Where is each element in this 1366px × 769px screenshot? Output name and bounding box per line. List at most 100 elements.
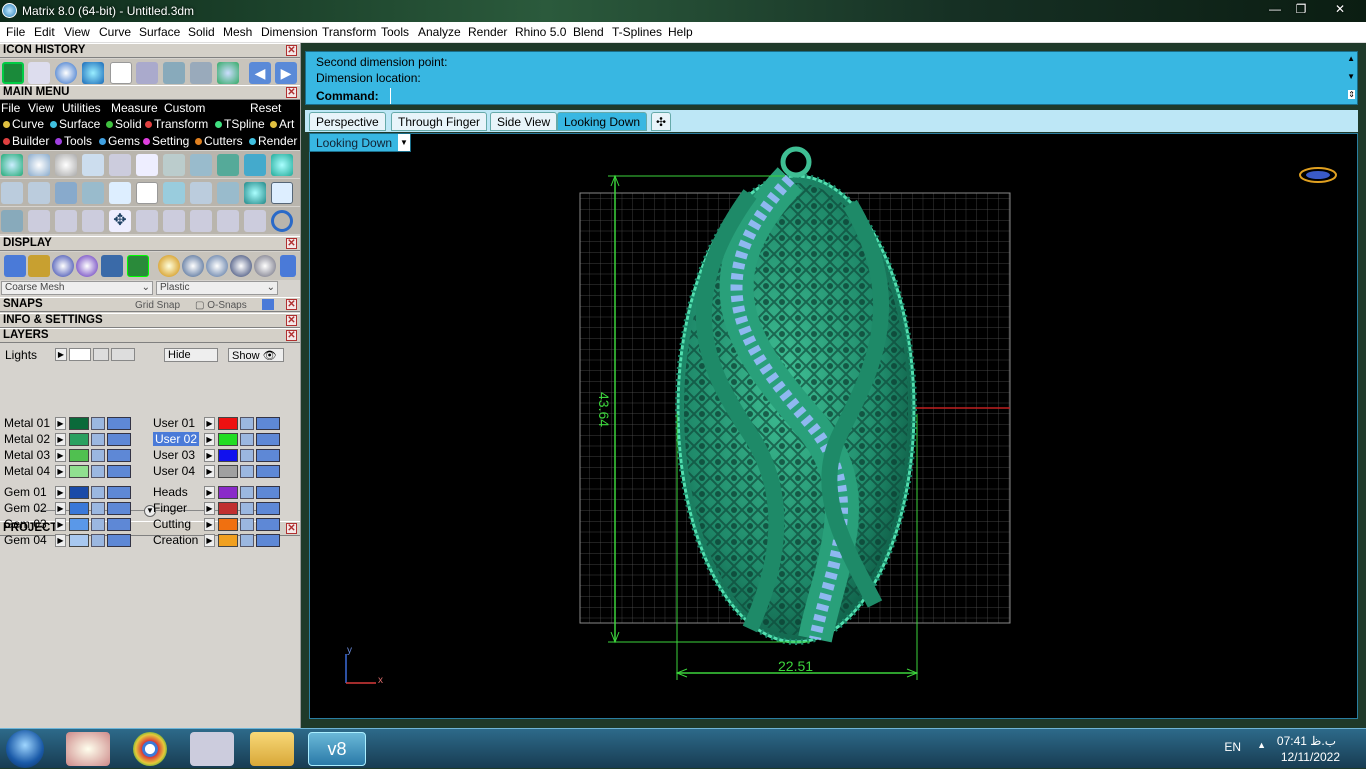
category-render[interactable]: Render <box>249 134 297 148</box>
dark-material-icon[interactable] <box>230 255 252 277</box>
paint-icon[interactable] <box>66 732 110 766</box>
layer-row[interactable]: Metal 04 ▶ <box>4 464 144 479</box>
expand-icon[interactable]: ▶ <box>55 486 66 499</box>
lock-icon[interactable] <box>91 486 105 499</box>
metal-material-icon[interactable] <box>182 255 204 277</box>
layer-row[interactable]: Gem 04 ▶ <box>4 533 144 548</box>
split-icon[interactable] <box>217 210 239 232</box>
layer-row[interactable]: Metal 01 ▶ <box>4 416 144 431</box>
menu-rhino[interactable]: Rhino 5.0 <box>515 25 566 39</box>
menu-surface[interactable]: Surface <box>139 25 180 39</box>
main-menu-file[interactable]: File <box>1 101 20 115</box>
menu-dimension[interactable]: Dimension <box>261 25 318 39</box>
gold-material-icon[interactable] <box>158 255 180 277</box>
expand-icon[interactable]: ▶ <box>204 449 215 462</box>
glass-material-icon[interactable] <box>254 255 276 277</box>
start-button[interactable] <box>6 730 44 768</box>
tab-through-finger[interactable]: Through Finger <box>391 112 488 131</box>
add-tab-button[interactable]: ✣ <box>651 112 672 131</box>
grid-snap-toggle[interactable]: Grid Snap <box>135 299 180 312</box>
menu-tools[interactable]: Tools <box>381 25 409 39</box>
layer-color-swatch[interactable] <box>218 486 238 499</box>
close-icon[interactable]: ✕ <box>286 330 297 341</box>
main-menu-custom[interactable]: Custom <box>164 101 205 115</box>
close-icon[interactable]: ✕ <box>286 238 297 249</box>
lock-icon[interactable] <box>91 433 105 446</box>
visibility-icon[interactable] <box>256 449 280 462</box>
lock-icon[interactable] <box>93 348 109 361</box>
save-icon[interactable] <box>271 182 293 204</box>
category-builder[interactable]: Builder <box>3 134 49 148</box>
show-button[interactable]: Show 👁 <box>228 348 284 362</box>
lock-icon[interactable] <box>240 417 254 430</box>
menu-tsplines[interactable]: T-Splines <box>612 25 662 39</box>
menu-solid[interactable]: Solid <box>188 25 215 39</box>
head-icon[interactable] <box>82 182 104 204</box>
calculator-icon[interactable] <box>190 732 234 766</box>
maximize-button[interactable]: ❐ <box>1288 0 1314 18</box>
tab-side-view[interactable]: Side View <box>490 112 558 131</box>
snap-indicator[interactable] <box>262 299 274 310</box>
lock-icon[interactable] <box>91 465 105 478</box>
expand-icon[interactable]: ▶ <box>55 465 66 478</box>
v8-tool-icon[interactable] <box>1 154 23 176</box>
ghost-sphere-icon[interactable] <box>76 255 98 277</box>
lock-icon[interactable] <box>91 534 105 547</box>
visibility-icon[interactable] <box>111 348 135 361</box>
expand-icon[interactable]: ▶ <box>204 502 215 515</box>
category-tools[interactable]: Tools <box>55 134 92 148</box>
visibility-icon[interactable] <box>107 449 131 462</box>
visibility-icon[interactable] <box>107 534 131 547</box>
pen-tool-icon[interactable] <box>28 154 50 176</box>
hatch-icon[interactable] <box>163 154 185 176</box>
layer-row[interactable]: Cutting ▶ <box>153 517 293 532</box>
hide-button[interactable]: Hide <box>164 348 218 362</box>
lights-color[interactable] <box>69 348 91 361</box>
layer-color-swatch[interactable] <box>218 433 238 446</box>
visibility-icon[interactable] <box>256 534 280 547</box>
chrome-icon[interactable] <box>133 732 167 766</box>
shaded-sphere-icon[interactable] <box>52 255 74 277</box>
chain-icon[interactable] <box>55 182 77 204</box>
scroll-down-icon[interactable]: ▼ <box>1347 72 1355 81</box>
main-menu-reset[interactable]: Reset <box>250 101 281 115</box>
view-gizmo-icon[interactable] <box>1299 167 1337 183</box>
pave-icon[interactable] <box>163 182 185 204</box>
wireframe-icon[interactable] <box>4 255 26 277</box>
visibility-icon[interactable] <box>107 518 131 531</box>
settings-icon[interactable] <box>190 62 212 84</box>
curve-tool-icon[interactable] <box>55 210 77 232</box>
category-solid[interactable]: Solid <box>106 117 142 131</box>
layer-color-swatch[interactable] <box>69 486 89 499</box>
array-icon[interactable] <box>163 62 185 84</box>
expand-icon[interactable]: ▶ <box>55 449 66 462</box>
layer-color-swatch[interactable] <box>69 534 89 547</box>
category-tspline[interactable]: TSpline <box>215 117 265 131</box>
transform-icon[interactable] <box>136 62 158 84</box>
render-tool-icon[interactable] <box>217 154 239 176</box>
layer-row[interactable]: Metal 03 ▶ <box>4 448 144 463</box>
shank-icon[interactable] <box>190 154 212 176</box>
category-cutters[interactable]: Cutters <box>195 134 243 148</box>
chrome-material-icon[interactable] <box>206 255 228 277</box>
close-icon[interactable]: ✕ <box>286 45 297 56</box>
v8-icon[interactable] <box>217 62 239 84</box>
mesh-select[interactable]: Coarse Mesh ⌄ <box>1 281 153 295</box>
layer-color-swatch[interactable] <box>69 518 89 531</box>
layer-row[interactable]: Heads ▶ <box>153 485 293 500</box>
category-setting[interactable]: Setting <box>143 134 189 148</box>
menu-view[interactable]: View <box>64 25 90 39</box>
lock-icon[interactable] <box>240 502 254 515</box>
layer-color-swatch[interactable] <box>69 449 89 462</box>
menu-edit[interactable]: Edit <box>34 25 55 39</box>
lock-icon[interactable] <box>91 502 105 515</box>
expand-icon[interactable]: ▶ <box>204 486 215 499</box>
layer-color-swatch[interactable] <box>69 433 89 446</box>
expand-icon[interactable]: ▶ <box>55 534 66 547</box>
visibility-icon[interactable] <box>107 486 131 499</box>
mirror-icon[interactable] <box>82 210 104 232</box>
link-icon[interactable] <box>190 210 212 232</box>
layer-color-swatch[interactable] <box>218 518 238 531</box>
layer-color-swatch[interactable] <box>218 417 238 430</box>
expand-icon[interactable]: ▶ <box>204 417 215 430</box>
